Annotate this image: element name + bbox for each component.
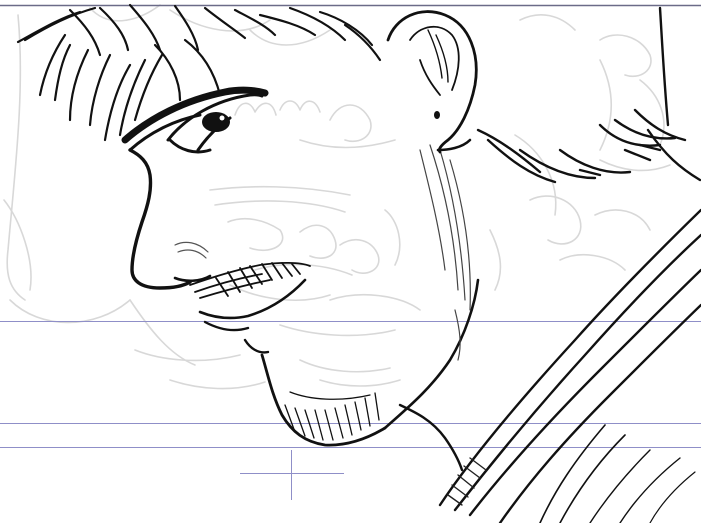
face-profile — [128, 148, 192, 290]
ink-line-art — [16, 3, 701, 523]
collar-shading — [447, 457, 487, 506]
jaw-line — [383, 278, 480, 430]
neck-front — [398, 403, 464, 472]
earring — [434, 111, 440, 119]
rough-sketch-layer — [3, 4, 671, 390]
back-hair — [476, 6, 701, 184]
lower-lip — [203, 320, 250, 332]
drawing-canvas[interactable] — [0, 0, 701, 523]
manga-face-illustration — [0, 3, 701, 523]
eye-pupil — [202, 112, 230, 132]
ear — [386, 10, 478, 154]
neck-shading — [419, 144, 471, 361]
